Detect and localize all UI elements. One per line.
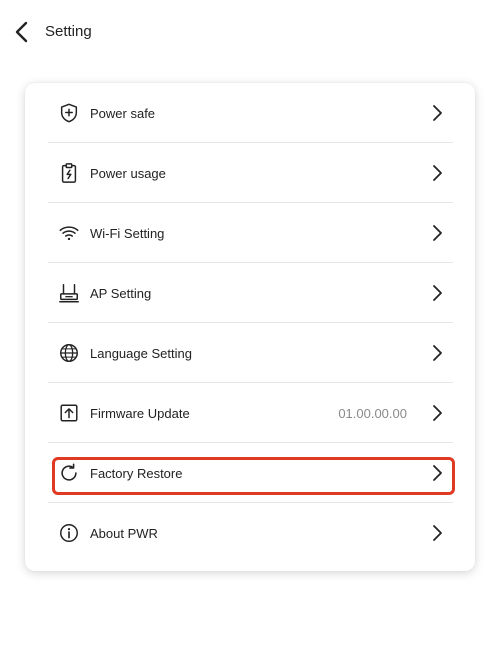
settings-item-label: Power safe: [90, 105, 156, 121]
clipboard-bolt-icon: [57, 161, 81, 185]
settings-item-label: Firmware Update: [90, 405, 190, 421]
settings-item-wifi[interactable]: Wi-Fi Setting: [48, 203, 453, 263]
settings-item-ap[interactable]: AP Setting: [48, 263, 453, 323]
settings-item-label: AP Setting: [90, 285, 152, 301]
chevron-left-icon: [15, 21, 28, 43]
settings-item-about[interactable]: About PWR: [48, 503, 453, 563]
settings-item-power-safe[interactable]: Power safe: [48, 83, 453, 143]
chevron-right-icon: [429, 343, 445, 363]
settings-item-label: Factory Restore: [90, 465, 183, 481]
upload-icon: [57, 401, 81, 425]
page-title: Setting: [45, 23, 92, 40]
chevron-right-icon: [429, 523, 445, 543]
chevron-right-icon: [429, 103, 445, 123]
settings-item-firmware[interactable]: Firmware Update 01.00.00.00: [48, 383, 453, 443]
firmware-version: 01.00.00.00: [338, 405, 407, 421]
refresh-icon: [57, 461, 81, 485]
chevron-right-icon: [429, 223, 445, 243]
settings-item-language[interactable]: Language Setting: [48, 323, 453, 383]
shield-plus-icon: [57, 101, 81, 125]
info-icon: [57, 521, 81, 545]
globe-icon: [57, 341, 81, 365]
router-icon: [57, 281, 81, 305]
chevron-right-icon: [429, 283, 445, 303]
wifi-icon: [57, 221, 81, 245]
settings-item-label: Language Setting: [90, 345, 192, 361]
chevron-right-icon: [429, 163, 445, 183]
settings-item-label: Wi-Fi Setting: [90, 225, 165, 241]
chevron-right-icon: [429, 403, 445, 423]
chevron-right-icon: [429, 463, 445, 483]
header-bar: Setting: [0, 0, 500, 64]
settings-item-label: Power usage: [90, 165, 166, 181]
settings-card: Power safe Power usage Wi-Fi Setting AP …: [25, 83, 475, 571]
settings-item-factory-restore[interactable]: Factory Restore: [48, 443, 455, 503]
back-button[interactable]: [8, 16, 36, 48]
settings-item-label: About PWR: [90, 525, 158, 541]
settings-item-power-usage[interactable]: Power usage: [48, 143, 453, 203]
